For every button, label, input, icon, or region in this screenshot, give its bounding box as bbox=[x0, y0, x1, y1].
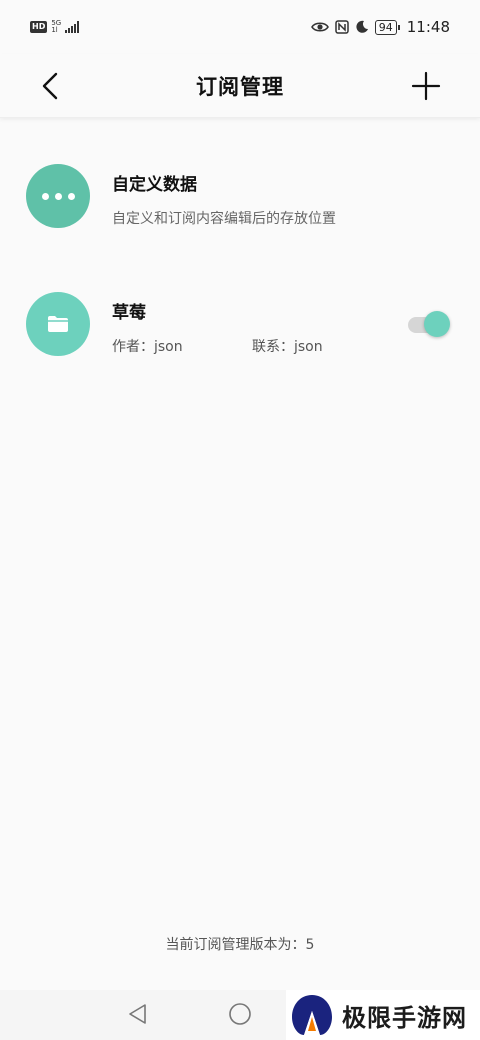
subscription-item-strawberry[interactable]: 草莓 作者：json 联系：json bbox=[0, 278, 480, 368]
status-right: 94 11:48 bbox=[310, 18, 450, 36]
chevron-left-icon bbox=[42, 72, 58, 100]
app-bar: 订阅管理 bbox=[0, 54, 480, 118]
hd-icon: HD bbox=[30, 21, 48, 33]
eye-icon bbox=[310, 22, 329, 32]
battery-icon: 94 bbox=[374, 19, 400, 35]
status-bar: HD 5G 1l 94 11:48 bbox=[0, 0, 480, 54]
network-type: 5G 1l bbox=[51, 20, 61, 34]
signal-icon bbox=[65, 21, 80, 33]
status-time: 11:48 bbox=[406, 18, 450, 36]
back-button[interactable] bbox=[34, 68, 70, 104]
subscription-author: 作者：json bbox=[112, 339, 183, 355]
folder-icon bbox=[48, 316, 68, 332]
subscription-title: 草莓 bbox=[112, 303, 146, 323]
moon-icon bbox=[356, 20, 368, 33]
subscription-title: 自定义数据 bbox=[112, 175, 197, 195]
triangle-back-icon bbox=[129, 1004, 146, 1024]
nav-back-button[interactable] bbox=[126, 1002, 150, 1026]
subscription-contact: 联系：json bbox=[252, 339, 323, 355]
nfc-icon bbox=[335, 20, 349, 34]
page-title: 订阅管理 bbox=[196, 74, 284, 99]
status-left: HD 5G 1l bbox=[30, 20, 80, 34]
subscription-toggle[interactable] bbox=[408, 311, 450, 337]
subscription-item-custom[interactable]: 自定义数据 自定义和订阅内容编辑后的存放位置 bbox=[0, 150, 480, 240]
watermark-logo-icon bbox=[292, 995, 332, 1035]
watermark-text: 极限手游网 bbox=[342, 1002, 467, 1032]
more-dots-icon bbox=[41, 192, 75, 200]
watermark: 极限手游网 bbox=[286, 990, 480, 1040]
screen: HD 5G 1l 94 11:48 订阅管理 自定义数据 自定义和订阅内容编辑后… bbox=[0, 0, 480, 1040]
circle-home-icon bbox=[229, 1003, 251, 1025]
toggle-knob bbox=[424, 311, 450, 337]
plus-icon bbox=[411, 71, 441, 101]
avatar bbox=[26, 164, 90, 228]
add-subscription-button[interactable] bbox=[408, 68, 444, 104]
network-sub-label: 1l bbox=[51, 26, 58, 34]
version-text: 当前订阅管理版本为：5 bbox=[165, 937, 315, 953]
avatar bbox=[26, 292, 90, 356]
nav-home-button[interactable] bbox=[228, 1002, 252, 1026]
subscription-description: 自定义和订阅内容编辑后的存放位置 bbox=[112, 211, 336, 227]
